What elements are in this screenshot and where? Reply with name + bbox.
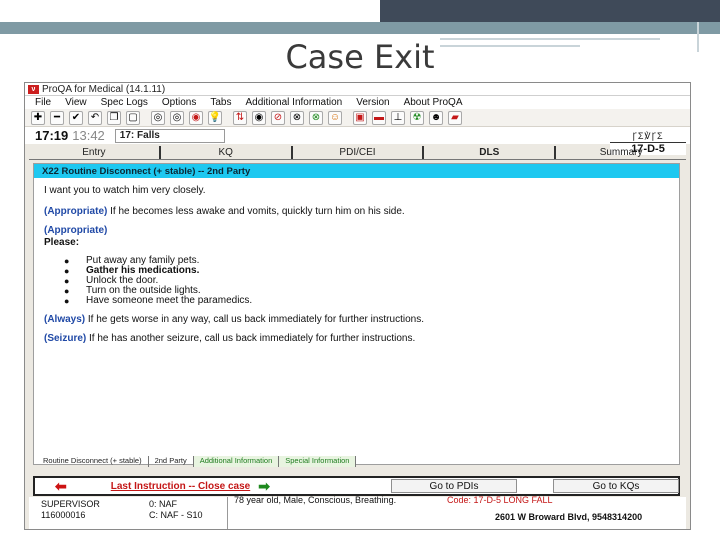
status-c-label: C: NAF - S10 [149, 510, 203, 520]
instruction-bullets: ● Put away any family pets. ● Gather his m… [64, 256, 671, 307]
forward-arrow-icon[interactable]: ➡ [258, 478, 270, 495]
menu-tabs[interactable]: Tabs [210, 97, 231, 108]
instruction-text: I want you to watch him very closely. [44, 185, 206, 196]
face-icon[interactable]: ☺ [328, 110, 342, 125]
status-case-number: 116000016 [41, 510, 86, 520]
instruction-text: If he gets worse in any way, call us bac… [87, 314, 424, 325]
status-user: SUPERVISOR [41, 499, 100, 509]
case-info-bar: 17:19 13:42 17: Falls ꞄΣ℣ꞄΣ 17-D-5 [25, 127, 690, 155]
circle-icon[interactable]: ◎ [170, 110, 184, 125]
menu-options[interactable]: Options [162, 97, 196, 108]
status-bar: SUPERVISOR 116000016 0: NAF C: NAF - S10… [29, 495, 686, 529]
menu-version[interactable]: Version [356, 97, 389, 108]
list-item: ● Have someone meet the paramedics. [64, 295, 253, 307]
circle-icon[interactable]: ◎ [151, 110, 165, 125]
slide-top-accent [380, 0, 720, 22]
go-to-pdis-button[interactable]: Go to PDIs [391, 479, 517, 493]
instruction-header: X22 Routine Disconnect (+ stable) -- 2nd… [34, 164, 679, 178]
subtab-routine-disconnect[interactable]: Routine Disconnect (+ stable) [37, 456, 149, 467]
instruction-line: (Seizure) If he has another seizure, cal… [44, 333, 671, 345]
menu-bar: File View Spec Logs Options Tabs Additio… [25, 96, 690, 109]
chief-complaint-field[interactable]: 17: Falls [114, 128, 225, 143]
stop-icon[interactable]: ◉ [189, 110, 203, 125]
elapsed-time: 13:42 [72, 128, 105, 143]
please-label: Please: [44, 237, 80, 248]
instruction-line: (Appropriate) Please: [44, 225, 671, 249]
menu-file[interactable]: File [35, 97, 51, 108]
menu-additional-information[interactable]: Additional Information [245, 97, 342, 108]
slide-title: Case Exit [285, 38, 435, 76]
go-to-kqs-button[interactable]: Go to KQs [553, 479, 679, 493]
no-entry-icon[interactable]: ⊘ [271, 110, 285, 125]
window-title: ProQA for Medical (14.1.11) [42, 83, 166, 95]
menu-view[interactable]: View [65, 97, 87, 108]
face-icon[interactable]: ☻ [429, 110, 443, 125]
tools-icon[interactable]: ⊥ [391, 110, 405, 125]
main-tabs: Entry KQ PDI/CEI DLS Summary [29, 146, 686, 160]
toolbar: ✚ ━ ✔ ↶ ❐ ▢ ◎ ◎ ◉ 💡 ⇅ ◉ ⊘ ⊗ ⊗ ☺ ▣ ▬ ⊥ ☢ … [25, 109, 690, 127]
condition-tag: (Appropriate) [44, 206, 108, 217]
proqa-window: ν ProQA for Medical (14.1.11) File View … [24, 82, 691, 530]
subtab-2nd-party[interactable]: 2nd Party [149, 456, 194, 467]
minus-icon[interactable]: ━ [50, 110, 64, 125]
instruction-panel: X22 Routine Disconnect (+ stable) -- 2nd… [33, 163, 680, 465]
status-a-label: 0: NAF [149, 499, 178, 509]
condition-tag: (Always) [44, 314, 86, 325]
last-instruction-close-case-link[interactable]: Last Instruction -- Close case [111, 481, 250, 492]
window-titlebar: ν ProQA for Medical (14.1.11) [25, 83, 690, 96]
determinant-logo: ꞄΣ℣ꞄΣ [632, 131, 664, 141]
pdf-icon[interactable]: ▣ [353, 110, 367, 125]
hazard-icon[interactable]: ☢ [410, 110, 424, 125]
check-icon[interactable]: ✔ [69, 110, 83, 125]
case-time: 17:19 [35, 128, 69, 143]
bulb-icon[interactable]: 💡 [208, 110, 222, 125]
menu-spec-logs[interactable]: Spec Logs [101, 97, 148, 108]
instruction-text: If he has another seizure, call us back … [89, 333, 416, 344]
status-summary: 78 year old, Male, Conscious, Breathing. [234, 495, 397, 505]
tab-summary[interactable]: Summary [556, 146, 686, 159]
slide-teal-band [0, 22, 720, 34]
new-doc-icon[interactable]: ▢ [126, 110, 140, 125]
tab-dls[interactable]: DLS [424, 146, 557, 159]
green-arrows-icon[interactable]: ⇅ [233, 110, 247, 125]
plus-icon[interactable]: ✚ [31, 110, 45, 125]
instruction-line: (Appropriate) If he becomes less awake a… [44, 206, 671, 218]
dispatch-icon[interactable]: ▬ [372, 110, 386, 125]
status-divider [227, 497, 228, 529]
instruction-text: If he becomes less awake and vomits, qui… [110, 206, 405, 217]
status-code-line: Code: 17-D-5 LONG FALL [447, 495, 553, 505]
condition-tag: (Appropriate) [44, 225, 108, 236]
app-logo-icon: ν [28, 84, 39, 94]
copy-icon[interactable]: ❐ [107, 110, 121, 125]
subtab-special-information[interactable]: Special Information [279, 456, 357, 467]
instruction-subtabs: Routine Disconnect (+ stable) 2nd Party … [37, 456, 357, 467]
status-address: 2601 W Broward Blvd, 9548314200 [495, 512, 643, 522]
green-x-icon[interactable]: ⊗ [309, 110, 323, 125]
action-bar: ⬅ Last Instruction -- Close case ➡ Go to… [33, 476, 680, 496]
instruction-line: (Always) If he gets worse in any way, ca… [44, 314, 671, 326]
condition-tag: (Seizure) [44, 333, 87, 344]
tab-entry[interactable]: Entry [29, 146, 161, 159]
x-circle-icon[interactable]: ⊗ [290, 110, 304, 125]
tab-kq[interactable]: KQ [161, 146, 293, 159]
undo-icon[interactable]: ↶ [88, 110, 102, 125]
subtab-additional-information[interactable]: Additional Information [193, 456, 280, 467]
menu-about[interactable]: About ProQA [404, 97, 463, 108]
eye-icon[interactable]: ◉ [252, 110, 266, 125]
back-arrow-icon[interactable]: ⬅ [55, 478, 67, 495]
car-icon[interactable]: ▰ [448, 110, 462, 125]
instruction-line: I want you to watch him very closely. [44, 185, 671, 197]
tab-pdi-cei[interactable]: PDI/CEI [293, 146, 425, 159]
